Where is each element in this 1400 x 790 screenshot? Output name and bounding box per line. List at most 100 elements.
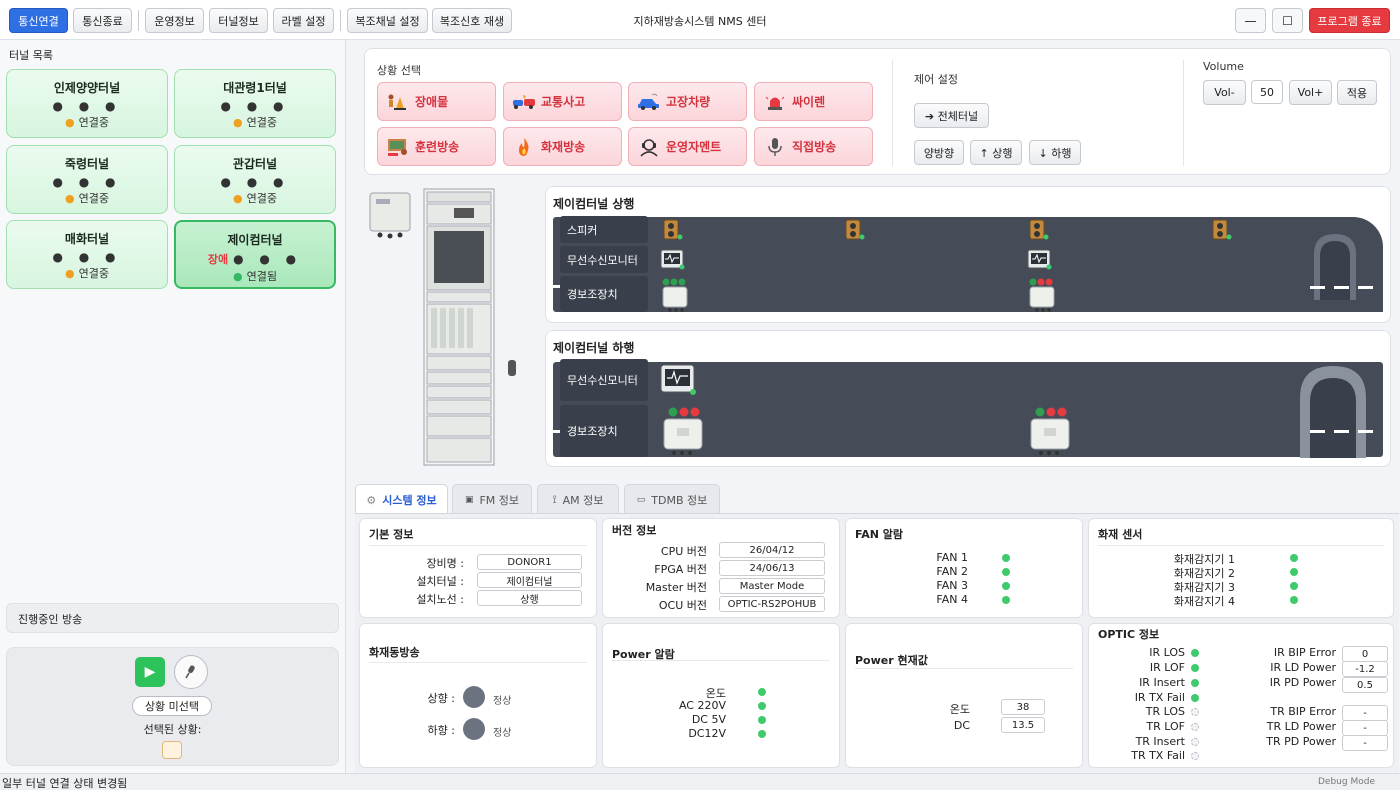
scenario-button-live[interactable]: 직접방송 bbox=[754, 127, 873, 166]
volume-value-field[interactable]: 50 bbox=[1251, 80, 1283, 104]
equipment-rack-illustration bbox=[364, 185, 542, 468]
status-text: 정상 bbox=[493, 728, 512, 739]
optic-label: TR PD Power bbox=[1266, 735, 1336, 748]
fire-sensor-card: 화재 센서 bbox=[1088, 518, 1394, 618]
scenario-button-siren[interactable]: 싸이렌 bbox=[754, 82, 873, 121]
mic-button[interactable] bbox=[174, 655, 208, 689]
tab-tdmb-info[interactable]: ▭ TDMB 정보 bbox=[624, 484, 720, 514]
scenario-button-fire[interactable]: 화재방송 bbox=[503, 127, 622, 166]
optic-label: TR Insert bbox=[1135, 735, 1185, 748]
master-version-value: Master Mode bbox=[719, 578, 825, 594]
speaker-icon[interactable] bbox=[1212, 219, 1232, 241]
alarm-unit-icon[interactable] bbox=[660, 406, 706, 456]
tab-label: 시스템 정보 bbox=[382, 494, 437, 507]
tr-pd-power-value: - bbox=[1342, 735, 1388, 751]
row-label-speaker: 스피커 bbox=[560, 216, 648, 243]
fan-label: FAN 2 bbox=[936, 565, 968, 578]
no-selection-button[interactable]: 상황 미선택 bbox=[132, 696, 212, 716]
scenario-button-operator[interactable]: 운영자멘트 bbox=[628, 127, 747, 166]
scenario-button-training[interactable]: 훈련방송 bbox=[377, 127, 496, 166]
status-indicator bbox=[758, 688, 766, 696]
alarm-badge: 장애 bbox=[207, 253, 229, 266]
exit-program-button[interactable]: 프로그램 종료 bbox=[1309, 8, 1390, 33]
volume-apply-button[interactable]: 적용 bbox=[1337, 80, 1377, 105]
connect-button[interactable]: 통신연결 bbox=[9, 8, 68, 33]
optic-label: IR PD Power bbox=[1269, 676, 1336, 689]
temperature-value: 38 bbox=[1001, 699, 1045, 715]
status-indicator-off bbox=[1191, 708, 1199, 716]
radio-monitor-icon[interactable] bbox=[660, 364, 698, 396]
scenario-button-obstacle[interactable]: 장애물 bbox=[377, 82, 496, 121]
siren-icon bbox=[763, 92, 787, 112]
status-indicator-off bbox=[1191, 752, 1199, 760]
tr-ld-power-value: - bbox=[1342, 720, 1388, 736]
status-indicator bbox=[1002, 596, 1010, 604]
tv-icon: ▭ bbox=[636, 494, 646, 505]
alarm-unit-icon[interactable] bbox=[1027, 277, 1059, 313]
sub-signal-replay-button[interactable]: 복조신호 재생 bbox=[432, 8, 512, 33]
card-title: OPTIC 정보 bbox=[1098, 628, 1160, 641]
tunnel-status: 연결중 bbox=[78, 116, 109, 129]
speaker-icon[interactable] bbox=[663, 219, 683, 241]
radio-monitor-icon[interactable] bbox=[660, 249, 686, 271]
lane-marking bbox=[1310, 286, 1373, 289]
tunnel-card[interactable]: 매화터널 ● ● ● ● 연결중 bbox=[6, 220, 168, 289]
status-bullet-icon: ● bbox=[233, 116, 243, 129]
radio-monitor-icon[interactable] bbox=[1027, 249, 1053, 271]
tunnel-card-selected[interactable]: 제이컴터널 장애 ● ● ● ● 연결됨 bbox=[174, 220, 336, 289]
dc-value: 13.5 bbox=[1001, 717, 1045, 733]
status-indicator bbox=[1002, 554, 1010, 562]
status-indicator bbox=[463, 686, 485, 708]
label-settings-button[interactable]: 라벨 설정 bbox=[273, 8, 334, 33]
alarm-unit-icon[interactable] bbox=[1027, 406, 1073, 456]
scenario-button-broken-car[interactable]: 고장차량 bbox=[628, 82, 747, 121]
card-title: 버전 정보 bbox=[612, 524, 657, 537]
optic-label: TR BIP Error bbox=[1270, 705, 1336, 718]
tunnel-card[interactable]: 대관령1터널 ● ● ● ● 연결중 bbox=[174, 69, 336, 138]
tunnel-status-dots: ● ● ● bbox=[233, 252, 303, 266]
minimize-button[interactable]: — bbox=[1235, 8, 1266, 33]
down-direction-button[interactable]: ↓ 하행 bbox=[1029, 140, 1081, 165]
play-button[interactable]: ▶ bbox=[135, 657, 165, 687]
tunnel-status-dots: ● ● ● bbox=[52, 175, 122, 189]
status-indicator bbox=[1290, 568, 1298, 576]
card-title: Power 현재값 bbox=[855, 654, 928, 667]
field-label: 장비명 : bbox=[426, 557, 464, 570]
both-directions-button[interactable]: 양방향 bbox=[914, 140, 964, 165]
row-label-alarm-unit: 경보조장치 bbox=[560, 276, 648, 312]
field-label: 상향 : bbox=[427, 692, 455, 705]
tunnel-card[interactable]: 죽령터널 ● ● ● ● 연결중 bbox=[6, 145, 168, 214]
sub-channel-settings-button[interactable]: 복조채널 설정 bbox=[347, 8, 428, 33]
tab-am-info[interactable]: ⟟ AM 정보 bbox=[537, 484, 619, 514]
panel-divider bbox=[892, 60, 893, 166]
volume-up-button[interactable]: Vol+ bbox=[1289, 80, 1332, 105]
scenario-button-accident[interactable]: 교통사고 bbox=[503, 82, 622, 121]
speaker-icon[interactable] bbox=[845, 219, 865, 241]
tunnel-status: 연결됨 bbox=[246, 270, 277, 283]
speaker-icon[interactable] bbox=[1029, 219, 1049, 241]
tunnel-status-dots: ● ● ● bbox=[220, 99, 290, 113]
all-tunnels-button[interactable]: ➔ 전체터널 bbox=[914, 103, 989, 128]
fan-label: FAN 4 bbox=[936, 593, 968, 606]
scenario-label: 고장차량 bbox=[666, 95, 711, 109]
cpu-version-value: 26/04/12 bbox=[719, 542, 825, 558]
ops-info-button[interactable]: 운영정보 bbox=[145, 8, 204, 33]
up-direction-button[interactable]: ↑ 상행 bbox=[970, 140, 1022, 165]
disconnect-button[interactable]: 통신종료 bbox=[73, 8, 132, 33]
status-indicator bbox=[758, 730, 766, 738]
tunnel-card[interactable]: 관갑터널 ● ● ● ● 연결중 bbox=[174, 145, 336, 214]
tab-fm-info[interactable]: ▣ FM 정보 bbox=[452, 484, 532, 514]
play-icon: ▶ bbox=[144, 664, 156, 680]
tunnel-info-button[interactable]: 터널정보 bbox=[209, 8, 268, 33]
tab-system-info[interactable]: ⚙ 시스템 정보 bbox=[355, 484, 448, 515]
maximize-button[interactable]: ☐ bbox=[1272, 8, 1303, 33]
alarm-unit-icon[interactable] bbox=[660, 277, 692, 313]
tunnel-card[interactable]: 인제양양터널 ● ● ● ● 연결중 bbox=[6, 69, 168, 138]
tab-label: TDMB 정보 bbox=[651, 493, 708, 507]
status-bar bbox=[0, 773, 1400, 790]
status-bullet-icon: ● bbox=[233, 270, 243, 283]
optic-label: TR LD Power bbox=[1266, 720, 1336, 733]
optic-label: TR LOS bbox=[1145, 705, 1185, 718]
volume-down-button[interactable]: Vol- bbox=[1203, 80, 1246, 105]
field-label: Master 버전 bbox=[645, 581, 707, 594]
